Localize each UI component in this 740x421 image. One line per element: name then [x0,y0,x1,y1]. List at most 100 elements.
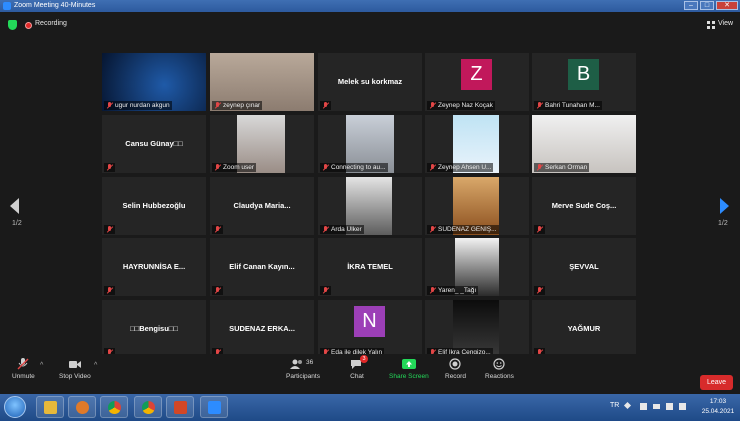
participant-footer [320,101,331,110]
share-screen-button[interactable]: Share Screen [389,358,429,380]
participant-footer: Connecting to au... [320,163,388,172]
clock-time: 17:03 [709,398,727,405]
tray-arrow-icon[interactable] [623,401,632,410]
participant-tile[interactable]: zeynep çınar [210,53,314,111]
folder-icon [44,401,57,414]
participant-display-name: ŞEVVAL [569,262,599,271]
language-indicator[interactable]: TR [610,402,619,409]
flag-icon[interactable] [640,403,647,410]
participant-tile[interactable]: SUDENAZ ERKA... [210,300,314,358]
participant-display-name: Cansu Günay□□ [125,139,183,148]
participant-tile[interactable]: Zoom user [210,115,314,173]
battery-icon[interactable] [653,404,660,409]
next-page-icon[interactable] [720,198,729,214]
audio-options-caret[interactable]: ^ [40,362,43,369]
participant-tile[interactable]: İKRA TEMEL [318,238,422,296]
close-button[interactable]: ✕ [716,1,738,10]
participant-name: Connecting to au... [331,164,386,171]
participant-tile[interactable]: SUDENAZ GENİŞ... [425,177,529,235]
muted-microphone-icon [214,226,221,233]
view-button[interactable]: View [718,20,733,27]
muted-microphone-icon [322,287,329,294]
powerpoint-icon [174,401,187,414]
participant-tile[interactable]: Elif İkra Cengizo... [425,300,529,358]
muted-microphone-icon [106,287,113,294]
video-options-caret[interactable]: ^ [94,362,97,369]
participant-tile[interactable]: Yaren_ _Tağı [425,238,529,296]
participant-display-name: YAĞMUR [567,324,601,333]
participant-tile[interactable]: Melek su korkmaz [318,53,422,111]
previous-page-icon[interactable] [10,198,19,214]
participants-button[interactable]: 36 Participants [286,358,320,380]
participant-tile[interactable]: Serkan Orman [532,115,636,173]
participant-tile[interactable]: Arda Ülker [318,177,422,235]
muted-microphone-icon [214,102,221,109]
participant-tile[interactable]: Selin Hubbezoğlu [102,177,206,235]
muted-microphone-icon [214,164,221,171]
participant-display-name: Melek su korkmaz [337,77,403,86]
window-controls: – □ ✕ [684,1,738,10]
participant-tile[interactable]: B Bahri Tunahan M... [532,53,636,111]
muted-microphone-icon [322,226,329,233]
muted-microphone-icon [106,164,113,171]
participant-tile[interactable]: YAĞMUR [532,300,636,358]
windows-start-icon[interactable] [4,396,26,418]
taskbar-file-explorer[interactable] [36,396,64,418]
taskbar-zoom[interactable] [200,396,228,418]
participant-tile[interactable]: ŞEVVAL [532,238,636,296]
participant-tile[interactable]: ugur nurdan akgun [102,53,206,111]
meeting-toolbar: Unmute ^ Stop Video ^ 36 Participants 3 … [0,354,740,394]
participant-footer [534,286,545,295]
participant-name: Yaren_ _Tağı [438,287,477,294]
smiley-icon [492,358,506,370]
maximize-button[interactable]: □ [700,1,714,10]
participant-name: zeynep çınar [223,102,261,109]
unmute-button[interactable]: Unmute [12,358,35,380]
leave-button[interactable]: Leave [700,375,733,390]
muted-microphone-icon [536,226,543,233]
participant-display-name: İKRA TEMEL [347,262,393,271]
participant-tile[interactable]: □□Bengisu□□ [102,300,206,358]
participant-tile[interactable]: Claudya Maria... [210,177,314,235]
participant-display-name: Merve Sude Coş... [551,201,617,210]
participant-tile[interactable]: Connecting to au... [318,115,422,173]
record-icon [448,358,462,370]
participant-tile[interactable]: Z Zeynep Naz Koçak [425,53,529,111]
participant-name: SUDENAZ GENİŞ... [438,226,497,233]
participant-tile[interactable]: N Eda ile dilek Yalın [318,300,422,358]
system-clock[interactable]: 17:03 25.04.2021 [700,397,736,417]
participant-footer: Zoom user [212,163,257,172]
minimize-button[interactable]: – [684,1,698,10]
participant-footer: ugur nurdan akgun [104,101,172,110]
chat-button[interactable]: 3 Chat [350,355,368,380]
participant-tile[interactable]: Elif Canan Kayın... [210,238,314,296]
participant-footer [104,225,115,234]
record-button[interactable]: Record [445,358,466,380]
participant-tile[interactable]: Cansu Günay□□ [102,115,206,173]
window-titlebar: Zoom Meeting 40-Minutes – □ ✕ [0,0,740,12]
participant-avatar: B [568,59,599,90]
participant-tile[interactable]: Merve Sude Coş... [532,177,636,235]
participant-tile[interactable]: Zeynep Ahsen U... [425,115,529,173]
participant-footer [534,225,545,234]
muted-microphone-icon [322,164,329,171]
chat-badge: 3 [360,355,368,363]
taskbar-powerpoint[interactable] [166,396,194,418]
taskbar-chrome-2[interactable] [134,396,162,418]
participant-display-name: SUDENAZ ERKA... [229,324,295,333]
media-player-icon [76,401,89,414]
gallery-view-icon[interactable] [707,21,715,29]
network-icon[interactable] [666,403,673,410]
reactions-button[interactable]: Reactions [485,358,514,380]
stop-video-button[interactable]: Stop Video [59,358,91,380]
security-shield-icon[interactable] [8,20,17,30]
share-screen-icon [401,358,416,370]
taskbar-media-player[interactable] [68,396,96,418]
volume-icon[interactable] [679,403,686,410]
taskbar-chrome-1[interactable] [100,396,128,418]
participant-tile[interactable]: HAYRUNNİSA E... [102,238,206,296]
participant-name: Zeynep Ahsen U... [438,164,492,171]
participant-display-name: HAYRUNNİSA E... [122,262,186,271]
participant-footer [212,286,223,295]
participant-footer: Bahri Tunahan M... [534,101,602,110]
